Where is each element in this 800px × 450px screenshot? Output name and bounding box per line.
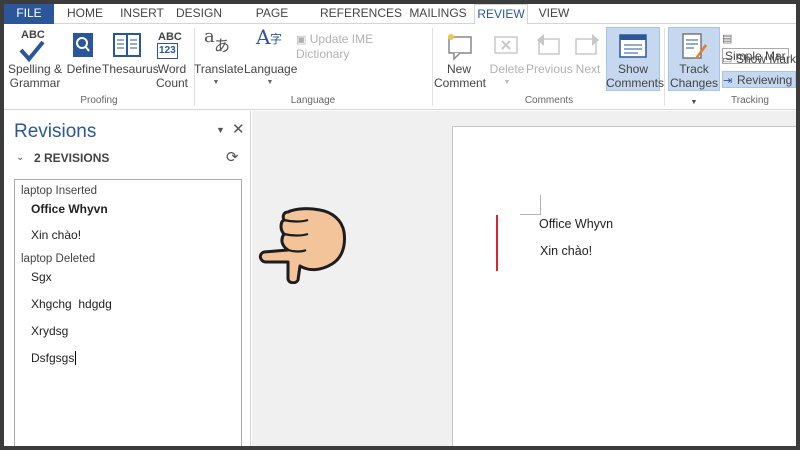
- list-item-with-cursor[interactable]: Dsfgsgs: [31, 351, 77, 365]
- ime-label: Update IME Dictionary: [296, 32, 374, 61]
- word-count-label-2: Count: [155, 76, 189, 90]
- chevron-down-icon: ▼: [266, 79, 274, 86]
- delete-comment-icon: [486, 28, 528, 62]
- spelling-check-icon: ABC: [6, 28, 64, 63]
- show-comments-button[interactable]: Show Comments: [606, 28, 665, 90]
- thesaurus-label: Thesaurus: [102, 62, 159, 76]
- tracking-group-label: Tracking: [731, 95, 769, 106]
- update-ime-dictionary-button[interactable]: ▣ Update IME Dictionary: [296, 32, 426, 61]
- previous-comment-icon: [526, 28, 570, 62]
- tab-home[interactable]: HOME: [62, 4, 108, 24]
- show-comments-icon: [606, 28, 660, 62]
- tab-references[interactable]: REFERENCES: [320, 4, 402, 24]
- next-label: Next: [575, 62, 601, 76]
- change-bar: [496, 215, 498, 271]
- chevron-down-icon: ▼: [690, 99, 698, 106]
- tab-review[interactable]: REVIEW: [474, 4, 528, 25]
- list-item: Dsfgsgs: [31, 351, 75, 365]
- word-window: FILE HOME INSERT DESIGN PAGE LAYOUT REFE…: [4, 4, 796, 446]
- show-comments-label-2: Comments: [606, 76, 665, 90]
- show-markup-icon: ▭: [722, 54, 733, 66]
- pointing-hand-icon: [258, 207, 346, 284]
- group-divider: [432, 28, 433, 106]
- list-item[interactable]: Xin chào!: [31, 228, 81, 242]
- define-icon: [64, 28, 104, 62]
- text-cursor: [75, 351, 77, 365]
- revision-group-header: laptop Inserted: [21, 185, 98, 197]
- group-divider: [664, 28, 665, 106]
- pane-options-chevron-icon[interactable]: ▼: [216, 125, 225, 135]
- tab-mailings[interactable]: MAILINGS: [406, 4, 470, 24]
- language-group-label: Language: [290, 95, 336, 106]
- new-comment-label-2: Comment: [434, 76, 487, 90]
- ribbon: ABC Spelling & Grammar Define Thesaurus …: [4, 24, 796, 110]
- show-markup-label: Show Marku: [736, 52, 796, 66]
- refresh-icon[interactable]: ⟳: [226, 148, 239, 166]
- revisions-pane: Revisions ▼ ✕ ⌄ 2 REVISIONS ⟳ laptop Ins…: [4, 111, 251, 446]
- margin-corner-mark: [520, 195, 541, 215]
- word-count-icon: ABC 123: [154, 28, 190, 62]
- tab-design[interactable]: DESIGN: [174, 4, 224, 24]
- reviewing-pane-button[interactable]: ⇥ Reviewing P: [722, 71, 796, 88]
- track-changes-label-1: Track: [679, 62, 709, 76]
- spelling-grammar-button[interactable]: ABC Spelling & Grammar: [6, 28, 64, 90]
- translate-icon: a あ: [204, 26, 231, 55]
- display-for-review-dropdown[interactable]: ▤Simple Mar: [722, 30, 796, 64]
- thesaurus-book-icon: [102, 28, 154, 62]
- chevron-down-icon: ▼: [212, 79, 220, 86]
- next-comment-button[interactable]: Next: [570, 28, 606, 76]
- list-item[interactable]: Office Whyvn: [31, 202, 108, 216]
- thesaurus-button[interactable]: Thesaurus: [102, 28, 159, 76]
- new-comment-label-1: New: [446, 62, 471, 76]
- translate-label: Translate: [194, 62, 244, 76]
- delete-label: Delete: [489, 62, 525, 76]
- track-changes-icon: [668, 28, 720, 62]
- list-item[interactable]: Xhgchg hdgdg: [31, 297, 112, 311]
- track-changes-label-2: Changes: [669, 76, 719, 90]
- ime-dictionary-icon: ▣: [296, 34, 307, 46]
- show-markup-button[interactable]: ▭Show Marku: [722, 51, 796, 68]
- tab-page-layout[interactable]: PAGE LAYOUT: [232, 4, 312, 38]
- new-comment-button[interactable]: New Comment: [434, 28, 487, 90]
- delete-comment-button[interactable]: Delete ▼: [486, 28, 528, 90]
- translate-button[interactable]: a あ Translate ▼: [194, 26, 244, 90]
- list-item[interactable]: Sgx: [31, 270, 52, 284]
- next-comment-icon: [570, 28, 606, 62]
- spelling-label-1: Spelling &: [7, 62, 63, 76]
- revision-group-header: laptop Deleted: [21, 253, 96, 265]
- pane-title: Revisions: [14, 121, 97, 142]
- word-count-button[interactable]: ABC 123 Word Count: [154, 28, 190, 90]
- markup-icon: ▤: [722, 33, 733, 45]
- tab-view[interactable]: VIEW: [534, 4, 574, 24]
- spelling-label-2: Grammar: [9, 76, 61, 90]
- language-icon: A 字: [256, 25, 283, 49]
- comments-group-label: Comments: [524, 95, 574, 106]
- close-icon[interactable]: ✕: [232, 120, 245, 138]
- chevron-down-icon: ▼: [503, 79, 511, 86]
- reviewing-pane-label: Reviewing P: [737, 73, 796, 87]
- revisions-count: 2 REVISIONS: [34, 151, 110, 165]
- show-comments-label-1: Show: [617, 62, 649, 76]
- previous-label: Previous: [526, 62, 573, 76]
- define-label: Define: [66, 62, 102, 76]
- ribbon-tabs: FILE HOME INSERT DESIGN PAGE LAYOUT REFE…: [4, 4, 796, 38]
- new-comment-icon: [434, 28, 484, 62]
- collapse-chevron-icon[interactable]: ⌄: [16, 152, 24, 163]
- previous-comment-button[interactable]: Previous: [526, 28, 573, 76]
- list-item[interactable]: Xrydsg: [31, 324, 68, 338]
- word-count-label-1: Word: [157, 62, 187, 76]
- language-button[interactable]: A 字 Language ▼: [244, 25, 298, 90]
- tab-insert[interactable]: INSERT: [116, 4, 168, 24]
- reviewing-pane-icon: ⇥: [723, 75, 733, 87]
- language-label: Language: [244, 62, 298, 76]
- proofing-group-label: Proofing: [80, 95, 118, 106]
- tab-file[interactable]: FILE: [4, 4, 54, 24]
- document-line[interactable]: Xin chào!: [540, 244, 592, 258]
- document-page[interactable]: Office Whyvn Xin chào!: [452, 126, 796, 446]
- document-line[interactable]: Office Whyvn: [539, 217, 613, 231]
- revisions-list[interactable]: laptop Inserted Office Whyvn Xin chào! l…: [14, 179, 242, 446]
- define-button[interactable]: Define: [64, 28, 104, 76]
